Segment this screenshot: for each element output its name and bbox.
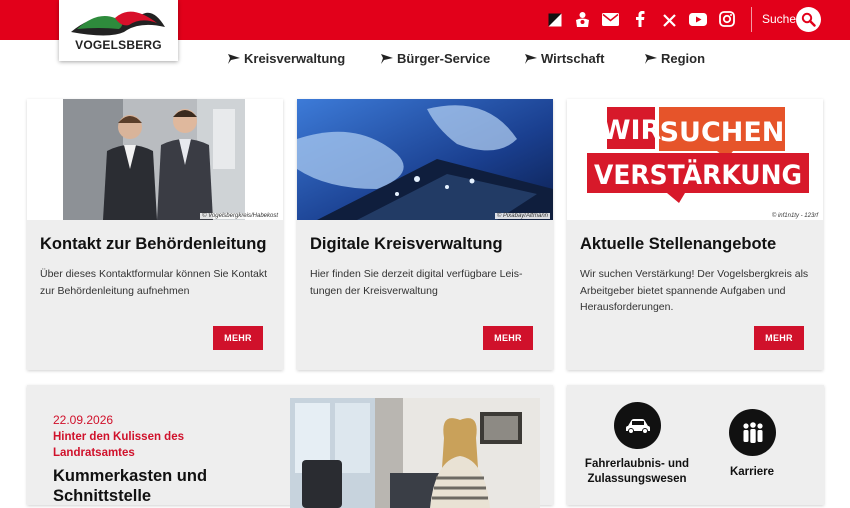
card-image[interactable]: © Vogelsbergkreis/Habekost bbox=[27, 99, 283, 220]
services-card: Fahrerlaubnis- und Zulassungswesen Karri… bbox=[567, 385, 824, 505]
image-credit: © Vogelsbergkreis/Habekost bbox=[200, 213, 280, 219]
arrow-icon bbox=[525, 53, 537, 64]
instagram-icon[interactable] bbox=[717, 9, 737, 29]
logo-text: VOGELSBERG bbox=[75, 38, 162, 52]
facebook-icon[interactable] bbox=[630, 9, 650, 29]
card-title[interactable]: Digitale Kreisverwaltung bbox=[310, 235, 503, 254]
news-date: 22.09.2026 bbox=[53, 413, 114, 427]
service-label[interactable]: Fahrerlaubnis- und Zulassungswesen bbox=[577, 457, 697, 487]
card-text: Über dieses Kontaktformular können Sie K… bbox=[40, 268, 268, 297]
card-text: Wir suchen Verstärkung! Der Vogelsbergkr… bbox=[580, 268, 809, 313]
car-icon bbox=[625, 418, 650, 434]
sign-language-icon[interactable] bbox=[572, 9, 592, 29]
card-digitale-kreisverwaltung: © Pixabay/Altmann Digitale Kreisverwaltu… bbox=[297, 99, 553, 370]
banner-text-suchen: SUCHEN bbox=[660, 117, 785, 148]
mehr-button[interactable]: MEHR bbox=[754, 326, 804, 350]
logo-mark bbox=[71, 11, 165, 36]
nav-item-kreisverwaltung[interactable]: Kreisverwaltung bbox=[228, 51, 345, 66]
card-image[interactable]: © Pixabay/Altmann bbox=[297, 99, 553, 220]
image-credit: © inf1n1ty - 123rf bbox=[771, 213, 818, 219]
card-title[interactable]: Kontakt zur Behördenleitung bbox=[40, 235, 266, 254]
card-title[interactable]: Aktuelle Stellenangebote bbox=[580, 235, 776, 254]
arrow-icon bbox=[645, 53, 657, 64]
mehr-button[interactable]: MEHR bbox=[213, 326, 263, 350]
nav-item-buerger-service[interactable]: Bürger-Service bbox=[381, 51, 490, 66]
search-label[interactable]: Suche bbox=[762, 12, 796, 26]
karriere-button[interactable] bbox=[729, 409, 776, 456]
image-credit: © Pixabay/Altmann bbox=[494, 213, 550, 219]
contrast-icon[interactable] bbox=[545, 10, 565, 30]
card-stellenangebote: WIR SUCHEN VERSTÄRKUNG © inf1n1ty - 123r… bbox=[567, 99, 823, 370]
nav-item-region[interactable]: Region bbox=[645, 51, 705, 66]
card-text: Hier finden Sie derzeit digital verfügba… bbox=[310, 268, 523, 297]
card-behoerdenleitung: © Vogelsbergkreis/Habekost Kontakt zur B… bbox=[27, 99, 283, 370]
nav-item-label: Kreisverwaltung bbox=[244, 51, 346, 66]
header-divider bbox=[751, 7, 752, 32]
search-button[interactable] bbox=[796, 7, 821, 32]
card-image[interactable]: WIR SUCHEN VERSTÄRKUNG © inf1n1ty - 123r… bbox=[567, 99, 823, 220]
news-kicker: Hinter den Kulissen des Landratsamtes bbox=[53, 431, 185, 459]
news-image[interactable] bbox=[290, 398, 540, 508]
nav-item-label: Bürger-Service bbox=[397, 51, 491, 66]
mail-icon[interactable] bbox=[600, 9, 620, 29]
nav-item-label: Wirtschaft bbox=[541, 51, 605, 66]
arrow-icon bbox=[228, 53, 240, 64]
mehr-button[interactable]: MEHR bbox=[483, 326, 533, 350]
banner-text-verstaerkung: VERSTÄRKUNG bbox=[594, 159, 802, 191]
nav-item-label: Region bbox=[661, 51, 706, 66]
search-icon bbox=[801, 12, 816, 27]
main-nav: Kreisverwaltung Bürger-Service Wirtschaf… bbox=[0, 51, 850, 71]
x-icon[interactable] bbox=[659, 10, 679, 30]
banner-text-wir: WIR bbox=[601, 115, 662, 146]
fahrerlaubnis-button[interactable] bbox=[614, 402, 661, 449]
nav-item-wirtschaft[interactable]: Wirtschaft bbox=[525, 51, 604, 66]
service-label[interactable]: Karriere bbox=[707, 465, 797, 480]
news-card: 22.09.2026 Hinter den Kulissen des Landr… bbox=[27, 385, 553, 508]
arrow-icon bbox=[381, 53, 393, 64]
people-icon bbox=[742, 421, 763, 443]
news-title[interactable]: Kummerkasten und Schnittstelle bbox=[53, 466, 273, 506]
youtube-icon[interactable] bbox=[688, 9, 708, 29]
